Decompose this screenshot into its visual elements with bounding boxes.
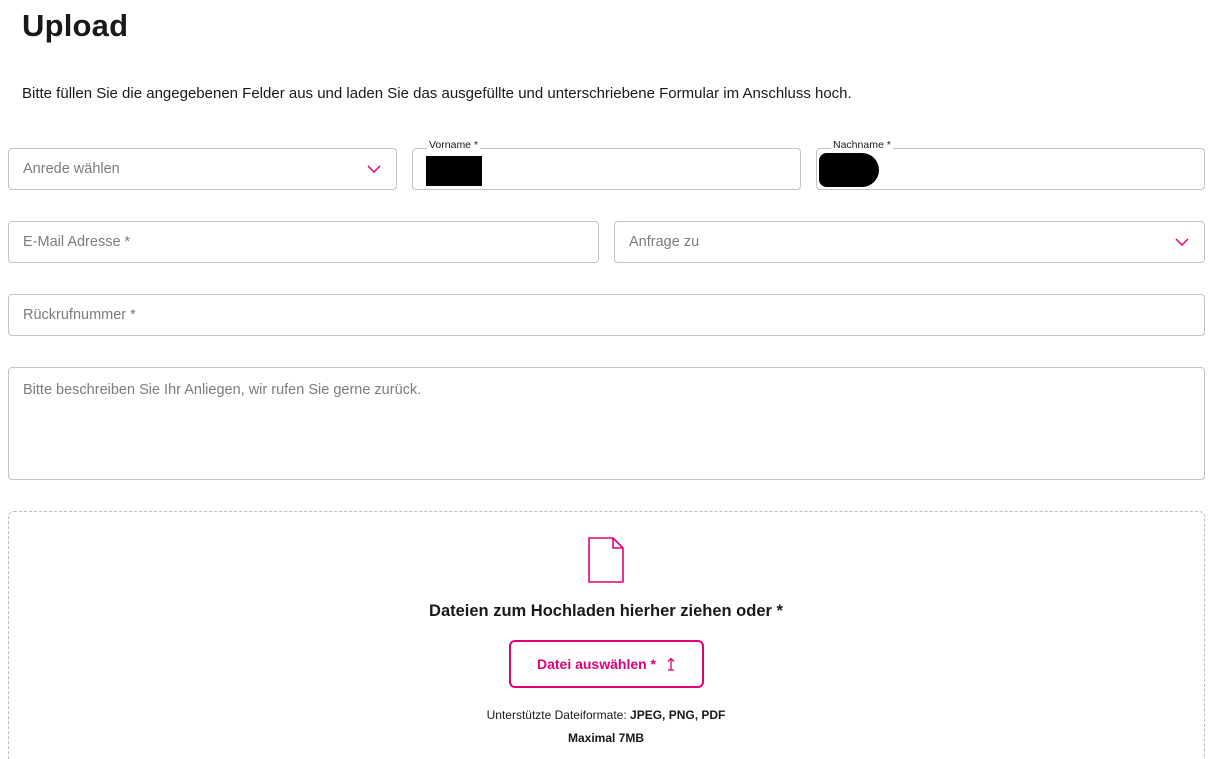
upload-arrow-icon — [667, 657, 675, 671]
callback-placeholder: Rückrufnummer * — [23, 307, 136, 323]
upload-page: Upload Bitte füllen Sie die angegebenen … — [0, 0, 1212, 759]
choose-file-label: Datei auswählen * — [536, 656, 657, 672]
last-name-field[interactable]: Nachname * — [816, 139, 1205, 190]
email-field[interactable]: E-Mail Adresse * — [8, 221, 599, 263]
chevron-down-icon — [367, 165, 381, 174]
chevron-down-icon — [1175, 238, 1189, 247]
supported-formats: Unterstützte Dateiformate: JPEG, PNG, PD… — [0, 708, 1212, 722]
salutation-select[interactable]: Anrede wählen — [8, 148, 397, 190]
inquiry-placeholder: Anfrage zu — [629, 234, 700, 250]
inquiry-select[interactable]: Anfrage zu — [614, 221, 1205, 263]
message-placeholder: Bitte beschreiben Sie Ihr Anliegen, wir … — [23, 382, 422, 398]
dropzone-text: Dateien zum Hochladen hierher ziehen ode… — [429, 602, 783, 620]
first-name-label: Vorname * — [427, 139, 481, 151]
redacted-first-name — [426, 156, 482, 186]
email-placeholder: E-Mail Adresse * — [23, 234, 131, 250]
callback-number-field[interactable]: Rückrufnummer * — [8, 294, 1205, 336]
max-file-size: Maximal 7MB — [567, 731, 645, 745]
formats-label: Unterstützte Dateiformate: — [486, 708, 627, 722]
intro-text: Bitte füllen Sie die angegebenen Felder … — [22, 85, 852, 102]
last-name-label: Nachname * — [831, 139, 893, 151]
page-title: Upload — [22, 8, 129, 43]
first-name-field[interactable]: Vorname * — [412, 139, 801, 190]
choose-file-button[interactable]: Datei auswählen * — [509, 640, 704, 688]
redacted-last-name — [819, 153, 879, 187]
file-icon — [588, 537, 624, 583]
formats-value: JPEG, PNG, PDF — [630, 708, 726, 722]
message-textarea[interactable]: Bitte beschreiben Sie Ihr Anliegen, wir … — [8, 367, 1205, 480]
salutation-placeholder: Anrede wählen — [23, 161, 120, 177]
